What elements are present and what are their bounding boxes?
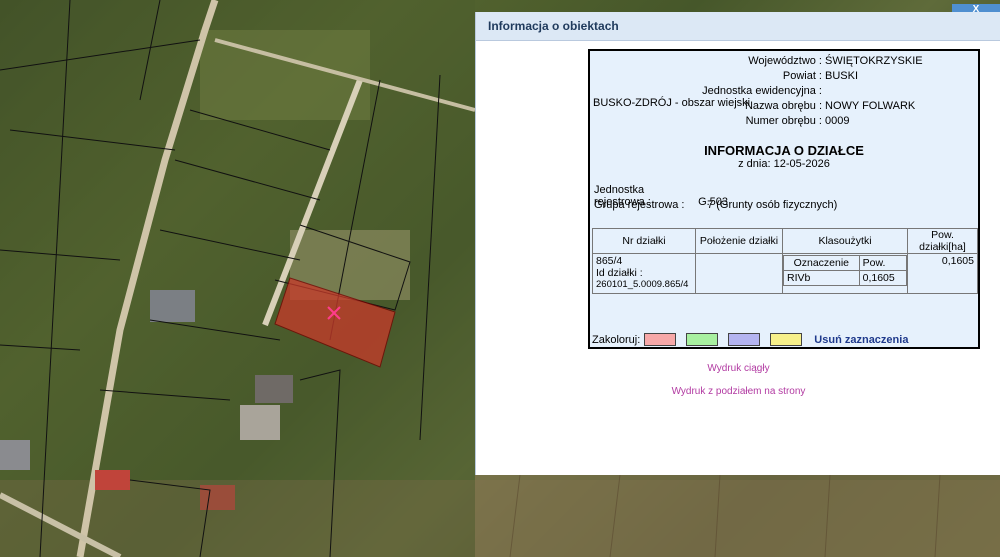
class-area: 0,1605 xyxy=(858,270,908,286)
parcel-id-label: Id działki : xyxy=(596,267,643,279)
info-row-voivodeship: Województwo : ŚWIĘTOKRZYSKIE xyxy=(748,55,923,67)
color-swatch-blue[interactable] xyxy=(728,333,761,346)
info-row-unit: Jednostka ewidencyjna :BUSKO-ZDRÓJ - obs… xyxy=(593,85,822,109)
info-row-precinct-number: Numer obrębu :0009 xyxy=(745,115,850,127)
info-date: z dnia: 12-05-2026 xyxy=(738,158,830,170)
table-header-row: Nr działki Położenie działki Klasoużytki… xyxy=(592,228,978,254)
object-info-panel: Informacja o obiektach Województwo : ŚWIĘ… xyxy=(475,12,1000,475)
col-parcel-nr: Nr działki xyxy=(592,228,696,254)
print-continuous-link[interactable]: Wydruk ciągły xyxy=(476,363,1000,374)
print-paged-link[interactable]: Wydruk z podziałem na strony xyxy=(476,386,1000,397)
sub-header-code: Oznaczenie xyxy=(783,255,860,271)
colorize-row: Zakoloruj: Usuń zaznaczenia xyxy=(592,333,908,346)
parcel-info-box: Województwo : ŚWIĘTOKRZYSKIE Powiat : BUSK… xyxy=(588,49,980,349)
clear-selection-link[interactable]: Usuń zaznaczenia xyxy=(814,334,908,346)
col-location: Położenie działki xyxy=(695,228,783,254)
cell-parcel: 865/4 Id działki : 260101_5.0009.865/4 xyxy=(592,253,696,294)
class-code: RIVb xyxy=(783,270,860,286)
cell-location xyxy=(695,253,783,294)
info-title: INFORMACJA O DZIAŁCE xyxy=(704,143,864,158)
color-swatch-red[interactable] xyxy=(644,333,677,346)
info-row-precinct-name: Nazwa obrębu : NOWY FOLWARK xyxy=(744,100,916,112)
sub-header-area: Pow. xyxy=(858,255,908,271)
location-block: Województwo : ŚWIĘTOKRZYSKIE Powiat : BUSK… xyxy=(590,55,978,130)
registration-block: Jednostka rejestrowa : G.503 Grupa rejes… xyxy=(594,184,837,214)
parcel-id-value: 260101_5.0009.865/4 xyxy=(596,279,689,290)
col-area: Pow. działki[ha] xyxy=(907,228,978,254)
cell-land-class: Oznaczenie Pow. RIVb 0,1605 xyxy=(782,253,908,294)
info-row-county: Powiat : BUSKI xyxy=(782,70,859,82)
land-class-subtable: Oznaczenie Pow. RIVb 0,1605 xyxy=(783,255,908,286)
parcel-number: 865/4 xyxy=(596,255,623,267)
color-swatch-green[interactable] xyxy=(686,333,719,346)
col-land-class: Klasoużytki xyxy=(782,228,908,254)
cell-area: 0,1605 xyxy=(907,253,978,294)
reg-group-row: Grupa rejestrowa : 7 (Grunty osób fizycz… xyxy=(594,199,838,211)
reg-unit-row: Jednostka rejestrowa : G.503 xyxy=(594,184,729,208)
table-row: 865/4 Id działki : 260101_5.0009.865/4 O… xyxy=(592,253,978,294)
panel-title: Informacja o obiektach xyxy=(476,12,1000,41)
parcel-table: Nr działki Położenie działki Klasoużytki… xyxy=(592,228,978,294)
color-swatch-yellow[interactable] xyxy=(770,333,803,346)
colorize-label: Zakoloruj: xyxy=(592,333,641,346)
